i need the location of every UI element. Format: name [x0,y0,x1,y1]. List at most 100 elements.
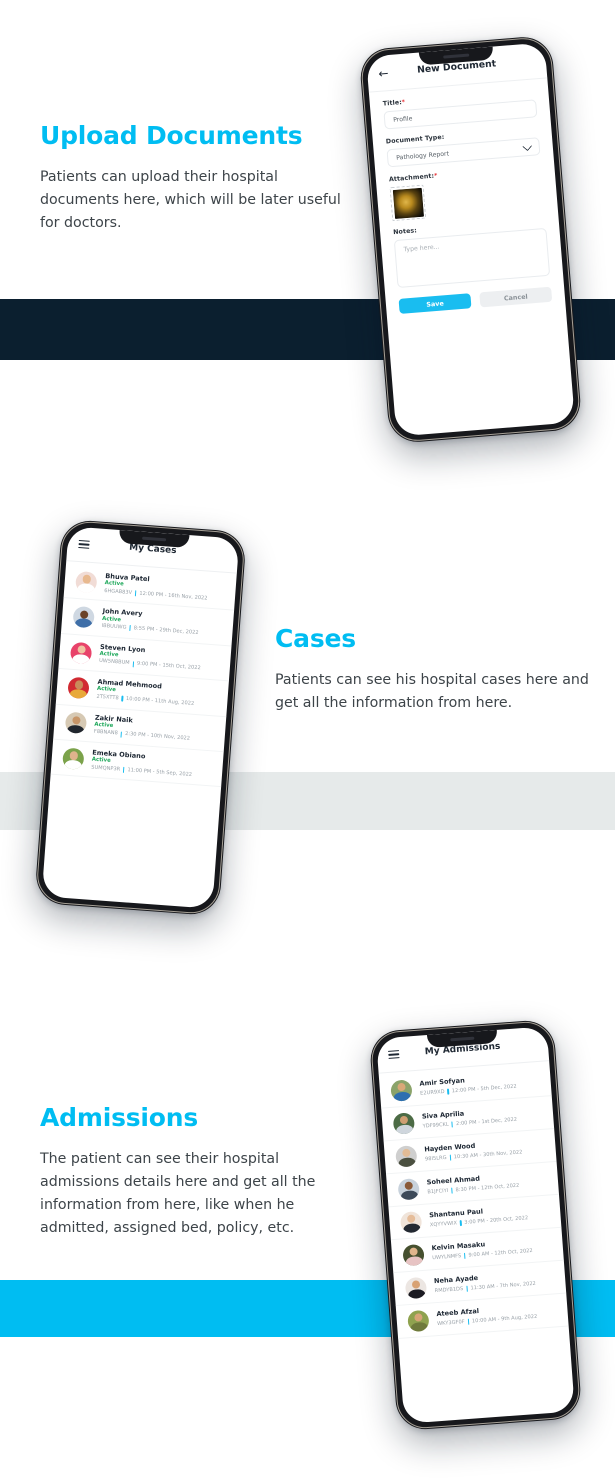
hamburger-menu-icon[interactable] [78,540,90,549]
document-type-value: Pathology Report [395,149,450,162]
avatar-head [406,1214,416,1224]
list-item-code: 98I5LRG [424,1154,447,1163]
avatar-head [413,1313,423,1323]
avatar-body [74,618,93,629]
attachment-thumbnail-slot[interactable] [389,184,427,222]
meta-separator-icon [464,1252,466,1260]
avatar-head [408,1247,418,1257]
avatar [395,1144,418,1168]
list-item-code: WKY3GF0F [436,1318,465,1327]
avatar-body [66,724,85,735]
avatar [407,1309,430,1332]
list-item-code: XQYYVWIX [429,1220,458,1229]
avatar-head [81,574,91,584]
section-body-cases: Patients can see his hospital cases here… [275,672,589,711]
avatar [72,605,95,629]
avatar-body [407,1288,426,1299]
meta-separator-icon [466,1285,468,1292]
list-item-text: Ahmad Mehmood Active 2T5XTT8 10:00 PM - 11t… [96,678,217,709]
list-item-code: E2UR9XD [419,1088,445,1097]
attachment-area[interactable] [389,175,545,222]
list-item-code: IBBUUWG [101,622,127,631]
avatar-head [74,680,84,690]
phone-mockup-my-admissions: My Admissions Amir Sofyan E2UR9XD 12:00 PM… [368,1018,583,1432]
avatar-body [392,1091,411,1102]
screen-new-document: ← New Document Title:* Profile Document … [366,42,575,437]
list-item-text: Steven Lyon Active UW5N8BUM 9:00 PM - 15th … [99,643,220,674]
avatar [67,676,90,700]
meta-separator-icon [447,1088,450,1095]
list-item-text: Ateeb Afzal WKY3GF0F 10:00 AM - 9th Aug, 2… [436,1302,557,1328]
section-upload-documents: Upload Documents Patients can upload the… [40,120,360,235]
avatar-body [397,1156,416,1168]
avatar-head [411,1280,421,1290]
meta-separator-icon [129,625,131,632]
phone-mockup-new-document: ← New Document Title:* Profile Document … [358,34,583,445]
list-item-text: Shantanu Paul XQYYVWIX 3:00 PM - 20th Oct,… [429,1203,550,1229]
list-item-code: UWYLNMFS [432,1252,462,1261]
avatar-body [68,688,87,700]
notes-textarea[interactable]: Type here... [393,227,551,288]
avatar [390,1078,413,1102]
cases-list: Bhuva Patel Active 6HGAB83V 12:00 PM - 16th… [50,561,237,788]
list-item-text: Zakir Naik Active F8BNAN8 2:30 PM - 10th No… [94,713,215,744]
avatar-head [76,645,86,655]
avatar-body [400,1189,419,1201]
form-button-row: Save Cancel [398,286,553,314]
save-button[interactable]: Save [398,293,472,314]
avatar [402,1243,425,1266]
list-item-code: UW5N8BUM [98,658,130,667]
screen-my-admissions: My Admissions Amir Sofyan E2UR9XD 12:00 PM… [376,1026,575,1424]
meta-separator-icon [134,590,137,597]
section-cases: Cases Patients can see his hospital case… [275,623,590,715]
attachment-thumbnail-image [392,187,424,219]
list-item-text: Bhuva Patel Active 6HGAB83V 12:00 PM - 16th… [104,572,225,603]
list-item-text: Amir Sofyan E2UR9XD 12:00 PM - 5th Dec, 20… [419,1071,540,1097]
list-item-code: YDF99CKL [422,1121,449,1130]
avatar-body [405,1255,424,1266]
avatar [392,1111,416,1135]
avatar-body [409,1321,428,1332]
avatar [69,641,93,664]
list-item-code: SUMQNP3R [91,764,121,773]
list-item-code: 6HGAB83V [103,587,133,596]
section-heading-upload: Upload Documents [40,121,303,150]
avatar-head [403,1181,413,1191]
screen-my-cases: My Cases Bhuva Patel Active 6HGAB83V 12:00 … [41,526,240,909]
section-heading-admissions: Admissions [40,1103,199,1132]
list-item-code: RMDYB1DS [434,1285,464,1294]
avatar [75,570,98,594]
avatar-head [71,715,81,725]
avatar-head [396,1082,406,1092]
required-asterisk: * [433,172,438,180]
list-item-code: B1JFCIYI [427,1187,449,1196]
list-item-text: Hayden Wood 98I5LRG 10:30 AM - 30th Nov, 2… [424,1137,545,1163]
avatar-head [399,1115,409,1125]
avatar [397,1177,420,1201]
list-item-text: Kelvin Masaku UWYLNMFS 9:00 AM - 12th Oct,… [431,1236,552,1262]
list-item-code: F8BNAN8 [93,728,118,737]
avatar-body [76,582,95,594]
meta-separator-icon [451,1121,454,1128]
meta-separator-icon [120,731,123,738]
meta-separator-icon [451,1187,453,1194]
avatar [399,1210,423,1233]
list-item-text: John Avery Active IBBUUWG 8:55 PM - 29th De… [101,607,222,638]
avatar-body [71,653,90,664]
required-asterisk: * [401,98,406,107]
section-body-upload: Patients can upload their hospital docum… [40,169,341,231]
avatar-head [79,609,89,619]
list-item-text: Siva Aprilia YDF99CKL 2:00 PM - 1st Dec, 2… [422,1104,543,1130]
arrow-left-icon[interactable]: ← [378,66,389,81]
hamburger-menu-icon[interactable] [388,1050,400,1059]
avatar-head [69,751,79,761]
list-item-text: Soheel Ahmad B1JFCIYI 8:30 PM - 12th Oct, … [426,1170,547,1196]
avatar [62,747,85,770]
avatar-body [395,1124,414,1135]
cancel-button[interactable]: Cancel [479,286,553,308]
list-item-text: Emeka Obiano Active SUMQNP3R 11:00 PM - 5th… [91,749,212,780]
avatar-body [402,1222,421,1233]
chevron-down-icon [522,140,533,151]
meta-separator-icon [122,766,125,773]
meta-separator-icon [459,1220,462,1227]
